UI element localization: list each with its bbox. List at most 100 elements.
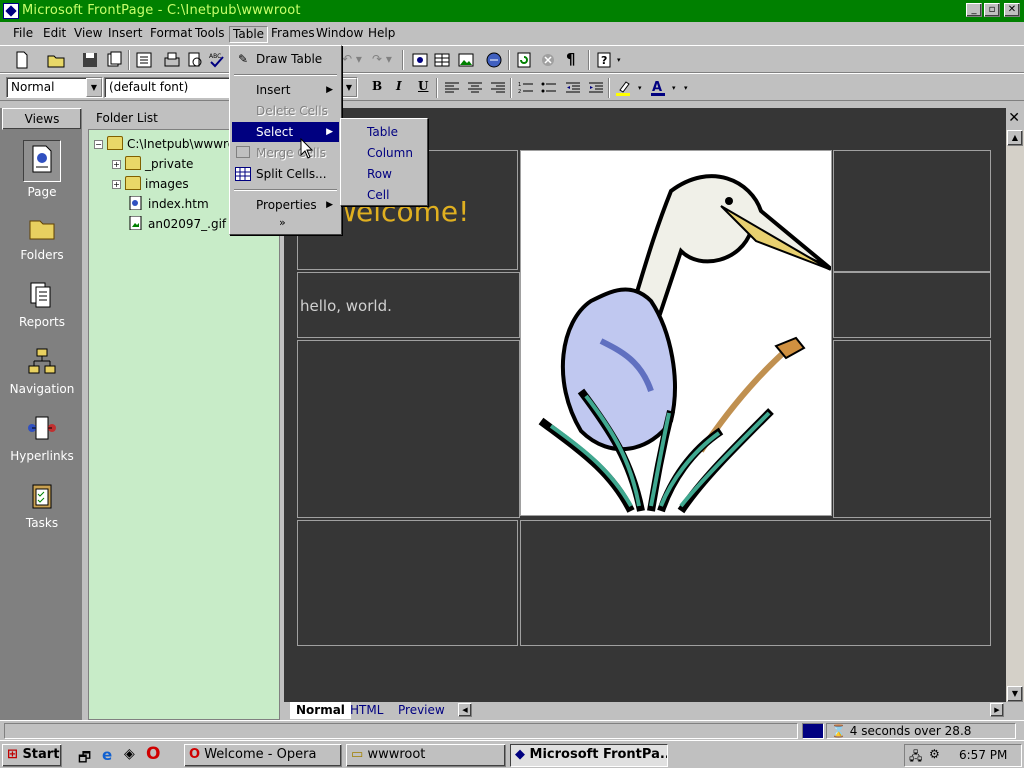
expand-icon[interactable]: + — [112, 160, 121, 169]
menu-window[interactable]: Window — [313, 26, 366, 43]
menu-edit[interactable]: Edit — [40, 26, 69, 43]
submenu-item-column[interactable]: Column — [343, 143, 425, 163]
submenu-item-cell[interactable]: Cell — [343, 185, 425, 205]
quicklaunch-desktop-icon[interactable]: 🗗 — [78, 747, 91, 768]
clock[interactable]: 6:57 PM — [959, 748, 1007, 762]
publish-icon[interactable] — [104, 50, 124, 70]
quicklaunch-opera-icon[interactable]: O — [146, 744, 160, 764]
frontpage-app-icon[interactable] — [3, 3, 19, 19]
scroll-up-arrow[interactable]: ▲ — [1007, 130, 1023, 146]
collapse-icon[interactable]: − — [94, 140, 103, 149]
table-cell-image[interactable] — [520, 150, 833, 516]
chevron-down-icon[interactable]: ▾ — [672, 84, 676, 92]
menu-item-draw-table[interactable]: ✎ Draw Table — [232, 49, 339, 69]
view-page[interactable]: Page — [0, 140, 84, 199]
menu-item-delete-cells[interactable]: Delete Cells — [232, 101, 339, 121]
scroll-right-arrow[interactable]: ▶ — [990, 703, 1004, 717]
table-cell[interactable] — [833, 150, 991, 272]
taskbar-button-opera[interactable]: O Welcome - Opera — [184, 744, 342, 767]
tray-icon[interactable]: ⚙ — [929, 747, 940, 761]
taskbar-button-wwwroot[interactable]: ▭ wwwroot — [346, 744, 506, 767]
show-all-icon[interactable]: ¶ — [566, 50, 576, 68]
tree-root[interactable]: − C:\Inetpub\wwwroot — [94, 136, 247, 151]
new-page-icon[interactable] — [12, 50, 32, 70]
tree-item[interactable]: an02097_.gif — [128, 216, 226, 231]
insert-component-icon[interactable] — [410, 50, 430, 70]
refresh-icon[interactable] — [514, 50, 534, 70]
view-folders[interactable]: Folders — [0, 212, 84, 262]
quicklaunch-channels-icon[interactable]: ◈ — [124, 746, 135, 762]
table-cell[interactable] — [297, 340, 520, 518]
minimize-button[interactable]: _ — [966, 3, 982, 17]
align-center-icon[interactable] — [465, 78, 485, 98]
hyperlink-icon[interactable] — [484, 50, 504, 70]
style-dropdown[interactable]: Normal ▼ — [6, 77, 103, 98]
menu-table[interactable]: Table — [229, 26, 269, 43]
tree-item[interactable]: + _private — [112, 156, 193, 171]
menu-format[interactable]: Format — [147, 26, 195, 43]
heron-clipart-image[interactable] — [521, 151, 833, 515]
underline-button[interactable]: U — [418, 79, 428, 93]
chevron-down-icon[interactable]: ▼ — [341, 78, 357, 97]
view-tasks[interactable]: Tasks — [0, 480, 84, 530]
scroll-down-arrow[interactable]: ▼ — [1007, 686, 1023, 702]
tab-normal[interactable]: Normal — [290, 702, 351, 719]
help-icon[interactable]: ? — [594, 50, 614, 70]
tab-html[interactable]: HTML — [344, 702, 389, 719]
submenu-item-table[interactable]: Table — [343, 122, 425, 142]
table-cell[interactable] — [520, 520, 991, 646]
menu-insert[interactable]: Insert — [105, 26, 145, 43]
align-left-icon[interactable] — [442, 78, 462, 98]
spelling-icon[interactable]: ABC — [207, 50, 227, 70]
submenu-item-row[interactable]: Row — [343, 164, 425, 184]
table-cell[interactable]: hello, world. — [297, 272, 520, 338]
menu-item-properties[interactable]: Properties ▶ — [232, 195, 339, 215]
quicklaunch-ie-icon[interactable]: e — [102, 746, 112, 764]
menu-frames[interactable]: Frames — [268, 26, 318, 43]
tree-item[interactable]: index.htm — [128, 196, 209, 211]
start-button[interactable]: ⊞ Start — [2, 744, 62, 767]
bold-button[interactable]: B — [372, 79, 382, 93]
table-cell[interactable] — [833, 340, 991, 518]
increase-indent-icon[interactable] — [586, 78, 606, 98]
toolbar-overflow-arrow[interactable]: ▾ — [684, 84, 688, 92]
chevron-down-icon[interactable]: ▼ — [86, 78, 102, 97]
view-reports[interactable]: Reports — [0, 279, 84, 329]
menu-help[interactable]: Help — [365, 26, 398, 43]
table-cell[interactable] — [297, 520, 518, 646]
toolbar-overflow-arrow[interactable]: ▾ — [617, 56, 621, 64]
highlight-icon[interactable] — [614, 78, 634, 98]
align-right-icon[interactable] — [488, 78, 508, 98]
tab-preview[interactable]: Preview — [392, 702, 451, 719]
preview-icon[interactable] — [185, 50, 205, 70]
chevron-down-icon[interactable]: ▾ — [638, 84, 642, 92]
insert-table-icon[interactable] — [432, 50, 452, 70]
print-icon[interactable] — [162, 50, 182, 70]
open-icon[interactable] — [46, 50, 66, 70]
maximize-button[interactable]: ▫ — [984, 3, 1000, 17]
menu-file[interactable]: File — [10, 26, 36, 43]
insert-picture-icon[interactable] — [456, 50, 476, 70]
menu-item-select[interactable]: Select ▶ — [232, 122, 339, 142]
view-navigation[interactable]: Navigation — [0, 346, 84, 396]
decrease-indent-icon[interactable] — [563, 78, 583, 98]
menu-tools[interactable]: Tools — [192, 26, 228, 43]
expand-menu-icon[interactable]: » — [279, 216, 286, 229]
network-tray-icon[interactable]: 🖧 — [909, 747, 922, 768]
view-hyperlinks[interactable]: Hyperlinks — [0, 413, 84, 463]
close-icon[interactable]: ✕ — [1008, 110, 1020, 126]
menu-item-merge-cells[interactable]: Merge Cells — [232, 143, 339, 163]
menu-item-insert[interactable]: Insert ▶ — [232, 80, 339, 100]
menu-view[interactable]: View — [71, 26, 105, 43]
undo-icon[interactable]: ↶ ▾ — [342, 52, 362, 66]
vertical-scrollbar[interactable]: ▲ ▼ — [1006, 130, 1024, 702]
numbered-list-icon[interactable]: 12 — [516, 78, 536, 98]
redo-icon[interactable]: ↷ ▾ — [372, 52, 392, 66]
save-icon[interactable] — [80, 50, 100, 70]
expand-icon[interactable]: + — [112, 180, 121, 189]
bullet-list-icon[interactable] — [539, 78, 559, 98]
tree-item[interactable]: + images — [112, 176, 189, 191]
close-button[interactable]: ✕ — [1004, 3, 1020, 17]
folder-list-icon[interactable] — [134, 50, 154, 70]
italic-button[interactable]: I — [396, 79, 402, 93]
